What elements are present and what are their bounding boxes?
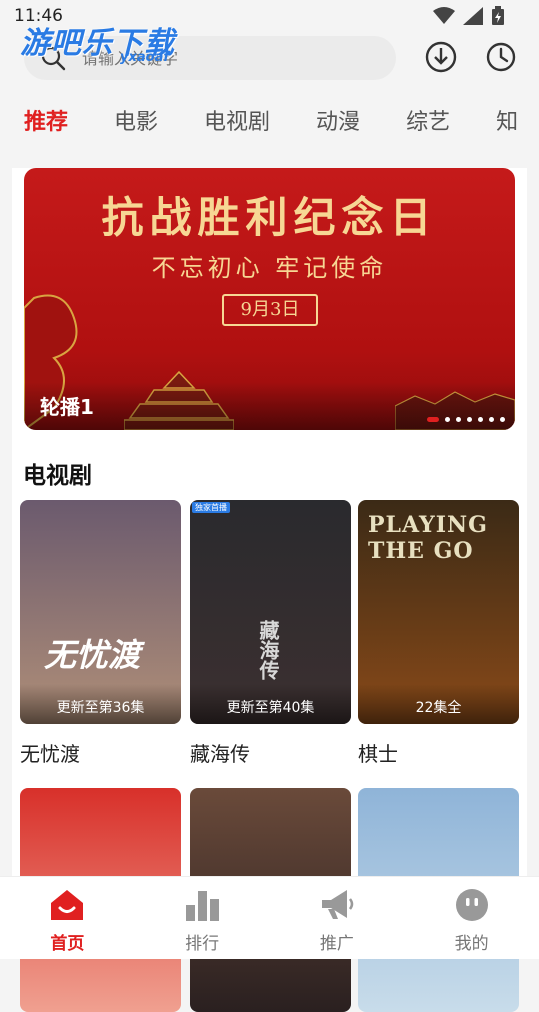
tab-variety[interactable]: 综艺: [406, 104, 450, 136]
bar-chart-icon: [186, 891, 220, 921]
nav-home[interactable]: 首页: [0, 877, 135, 959]
video-poster[interactable]: 无忧渡更新至第36集: [20, 500, 181, 724]
nav-profile-label: 我的: [454, 934, 489, 954]
poster-art-title: 藏海传: [256, 620, 280, 680]
battery-icon: [492, 6, 504, 25]
carousel-dot[interactable]: [445, 417, 450, 422]
tab-recommend[interactable]: 推荐: [24, 104, 68, 136]
episode-label: 更新至第40集: [190, 684, 351, 724]
carousel-dot[interactable]: [478, 417, 483, 422]
poster-tag: 独家首播: [192, 502, 230, 513]
video-poster[interactable]: PLAYING THE GO 22集全: [358, 500, 519, 724]
tab-tv[interactable]: 电视剧: [204, 104, 270, 136]
profile-icon: [455, 889, 488, 921]
poster-art-title: PLAYING THE GO: [368, 512, 488, 564]
carousel-dot[interactable]: [427, 417, 439, 422]
megaphone-icon: [321, 890, 354, 919]
tab-more[interactable]: 知: [496, 104, 518, 136]
video-title[interactable]: 棋士: [358, 738, 398, 767]
history-icon[interactable]: [484, 40, 518, 74]
banner-subtitle: 不忘初心 牢记使命: [151, 254, 388, 282]
signal-icon: [463, 7, 483, 25]
carousel-indicators: [427, 417, 505, 422]
carousel-dot[interactable]: [489, 417, 494, 422]
wifi-icon: [433, 7, 455, 24]
episode-label: 更新至第36集: [20, 684, 181, 724]
category-tabs: 推荐 电影 电视剧 动漫 综艺 知: [24, 104, 539, 136]
video-poster[interactable]: 独家首播藏海传更新至第40集: [190, 500, 351, 724]
carousel-dot[interactable]: [500, 417, 505, 422]
nav-ranking[interactable]: 排行: [135, 877, 270, 959]
banner-date: 9月3日: [222, 294, 318, 326]
nav-ranking-label: 排行: [185, 934, 220, 954]
banner-carousel[interactable]: 抗战胜利纪念日 不忘初心 牢记使命 9月3日 轮播1: [24, 168, 515, 430]
nav-home-label: 首页: [50, 934, 85, 954]
section-title-tv: 电视剧: [23, 463, 92, 489]
carousel-dot[interactable]: [467, 417, 472, 422]
home-icon: [51, 890, 84, 920]
carousel-dot[interactable]: [456, 417, 461, 422]
video-title[interactable]: 藏海传: [190, 738, 250, 767]
tab-movie[interactable]: 电影: [114, 104, 158, 136]
watermark-sub: yxaoaf: [120, 50, 169, 65]
nav-promote[interactable]: 推广: [270, 877, 405, 959]
status-icons: [433, 6, 505, 26]
content-panel: 抗战胜利纪念日 不忘初心 牢记使命 9月3日 轮播1 电视剧 无忧渡更新至第36…: [12, 168, 527, 1012]
bottom-nav: 首页 排行 推广 我的: [0, 876, 539, 959]
episode-label: 22集全: [358, 684, 519, 724]
download-icon[interactable]: [424, 40, 458, 74]
banner-shade: [24, 382, 515, 430]
nav-promote-label: 推广: [319, 934, 354, 954]
banner-caption: 轮播1: [40, 395, 94, 419]
poster-art-title: 无忧渡: [44, 636, 141, 674]
nav-profile[interactable]: 我的: [404, 877, 539, 959]
tab-anime[interactable]: 动漫: [316, 104, 360, 136]
banner-title: 抗战胜利纪念日: [101, 193, 438, 242]
video-title[interactable]: 无忧渡: [20, 738, 80, 767]
